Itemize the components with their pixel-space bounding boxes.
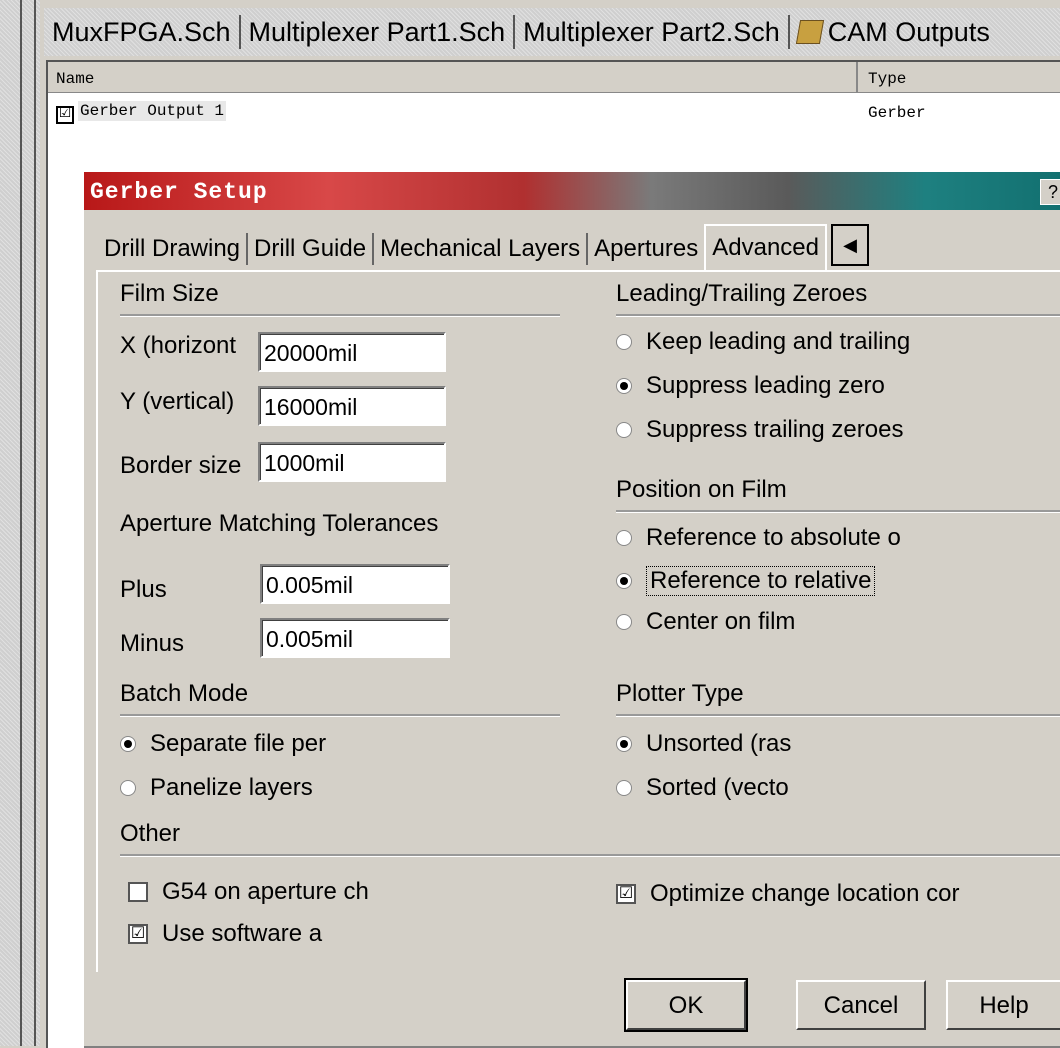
panel-divider [20, 0, 22, 1046]
option-label: Unsorted (ras [646, 730, 792, 757]
zeroes-group-label: Leading/Trailing Zeroes [616, 280, 868, 307]
group-divider [120, 714, 560, 717]
tab-mechanical-layers[interactable]: Mechanical Layers [374, 228, 586, 270]
option-label: Keep leading and trailing [646, 328, 911, 355]
dialog-titlebar[interactable]: Gerber Setup ? [84, 172, 1060, 210]
option-label: Sorted (vecto [646, 774, 789, 801]
use-software-checkbox[interactable]: ☑ [128, 924, 148, 944]
minus-label: Minus [120, 630, 185, 657]
advanced-tab-panel: Film Size X (horizont 20000mil Y (vertic… [96, 270, 1060, 972]
film-size-group-label: Film Size [120, 280, 219, 307]
plus-tolerance-input[interactable]: 0.005mil [260, 564, 450, 604]
radio-button[interactable] [120, 736, 136, 752]
gerber-setup-dialog: Gerber Setup ? Drill Drawing Drill Guide… [82, 170, 1060, 1048]
g54-checkbox[interactable] [128, 882, 148, 902]
radio-button[interactable] [616, 573, 632, 589]
tab-advanced[interactable]: Advanced [704, 224, 827, 272]
doc-tab-multiplexer-part1[interactable]: Multiplexer Part1.Sch [241, 12, 514, 52]
plotter-option-sorted[interactable]: Sorted (vecto [616, 774, 826, 802]
option-label: Separate file per [150, 730, 327, 757]
row-checkbox[interactable]: ☑ [56, 106, 74, 124]
option-label: Suppress trailing zeroes [646, 416, 904, 443]
g54-aperture-checkbox-row[interactable]: G54 on aperture ch [128, 878, 418, 906]
left-panel-strip [0, 0, 40, 1046]
position-option-relative[interactable]: Reference to relative [616, 566, 946, 596]
doc-tab-cam-outputs-label: CAM Outputs [827, 17, 990, 47]
column-header-type[interactable]: Type [868, 70, 906, 88]
radio-button[interactable] [616, 614, 632, 630]
aperture-tolerances-group-label: Aperture Matching Tolerances [120, 510, 439, 537]
batch-mode-option-panelize[interactable]: Panelize layers [120, 774, 380, 802]
row-name: Gerber Output 1 [78, 101, 227, 121]
minus-tolerance-input[interactable]: 0.005mil [260, 618, 450, 658]
doc-tab-multiplexer-part2[interactable]: Multiplexer Part2.Sch [515, 12, 788, 52]
other-group-label: Other [120, 820, 181, 847]
position-option-center[interactable]: Center on film [616, 608, 946, 636]
panel-divider [34, 0, 36, 1046]
position-option-absolute[interactable]: Reference to absolute o [616, 524, 946, 552]
option-label: Panelize layers [150, 774, 313, 801]
x-horizontal-input[interactable]: 20000mil [258, 332, 446, 372]
cancel-button[interactable]: Cancel [796, 980, 926, 1030]
border-size-label: Border size [120, 452, 242, 479]
cam-outputs-icon [795, 20, 824, 44]
option-label: Center on film [646, 608, 796, 635]
group-divider [616, 714, 1060, 717]
tab-scroll-left-button[interactable]: ◀ [830, 224, 869, 266]
option-label: Reference to relative [646, 566, 876, 596]
option-label: Reference to absolute o [646, 524, 901, 551]
batch-mode-group-label: Batch Mode [120, 680, 249, 707]
g54-label: G54 on aperture ch [162, 878, 369, 905]
optimize-checkbox[interactable]: ☑ [616, 884, 636, 904]
x-horizontal-label: X (horizont [120, 332, 237, 359]
group-divider [120, 854, 1060, 857]
settings-tab-strip: Drill Drawing Drill Guide Mechanical Lay… [98, 224, 869, 272]
radio-button[interactable] [616, 780, 632, 796]
position-on-film-group-label: Position on Film [616, 476, 787, 503]
use-software-label: Use software a [162, 920, 323, 947]
dialog-title: Gerber Setup [90, 179, 268, 205]
tab-apertures[interactable]: Apertures [588, 228, 704, 270]
tab-drill-guide[interactable]: Drill Guide [248, 228, 372, 270]
table-row[interactable]: ☑ Gerber Output 1 Gerber [56, 101, 926, 124]
radio-button[interactable] [616, 378, 632, 394]
radio-button[interactable] [120, 780, 136, 796]
row-type: Gerber [868, 104, 926, 122]
zeroes-option-suppress-trailing[interactable]: Suppress trailing zeroes [616, 416, 956, 444]
ok-button[interactable]: OK [624, 978, 748, 1032]
help-button[interactable]: Help [946, 980, 1060, 1030]
plotter-option-unsorted[interactable]: Unsorted (ras [616, 730, 826, 758]
border-size-input[interactable]: 1000mil [258, 442, 446, 482]
doc-tab-cam-outputs[interactable]: CAM Outputs [790, 12, 998, 52]
doc-tab-muxfpga[interactable]: MuxFPGA.Sch [44, 12, 239, 52]
optimize-change-checkbox-row[interactable]: ☑ Optimize change location cor [616, 880, 1030, 908]
plus-label: Plus [120, 576, 167, 603]
batch-mode-option-separate[interactable]: Separate file per [120, 730, 380, 758]
radio-button[interactable] [616, 334, 632, 350]
cam-table-header: Name Type [48, 62, 1060, 93]
plotter-type-group-label: Plotter Type [616, 680, 744, 707]
document-tab-bar: MuxFPGA.Sch Multiplexer Part1.Sch Multip… [44, 8, 1060, 56]
zeroes-option-suppress-leading[interactable]: Suppress leading zero [616, 372, 936, 400]
y-vertical-label: Y (vertical) [120, 388, 235, 415]
y-vertical-input[interactable]: 16000mil [258, 386, 446, 426]
arrow-left-icon: ◀ [843, 234, 857, 255]
group-divider [616, 510, 1060, 513]
tab-drill-drawing[interactable]: Drill Drawing [98, 228, 246, 270]
optimize-label: Optimize change location cor [650, 880, 960, 907]
group-divider [616, 314, 1060, 317]
group-divider [120, 314, 560, 317]
column-divider[interactable] [856, 62, 858, 92]
column-header-name[interactable]: Name [56, 70, 94, 88]
option-label: Suppress leading zero [646, 372, 885, 399]
radio-button[interactable] [616, 530, 632, 546]
radio-button[interactable] [616, 736, 632, 752]
zeroes-option-keep[interactable]: Keep leading and trailing [616, 328, 956, 356]
help-question-button[interactable]: ? [1040, 179, 1060, 205]
use-software-checkbox-row[interactable]: ☑ Use software a [128, 920, 368, 948]
radio-button[interactable] [616, 422, 632, 438]
